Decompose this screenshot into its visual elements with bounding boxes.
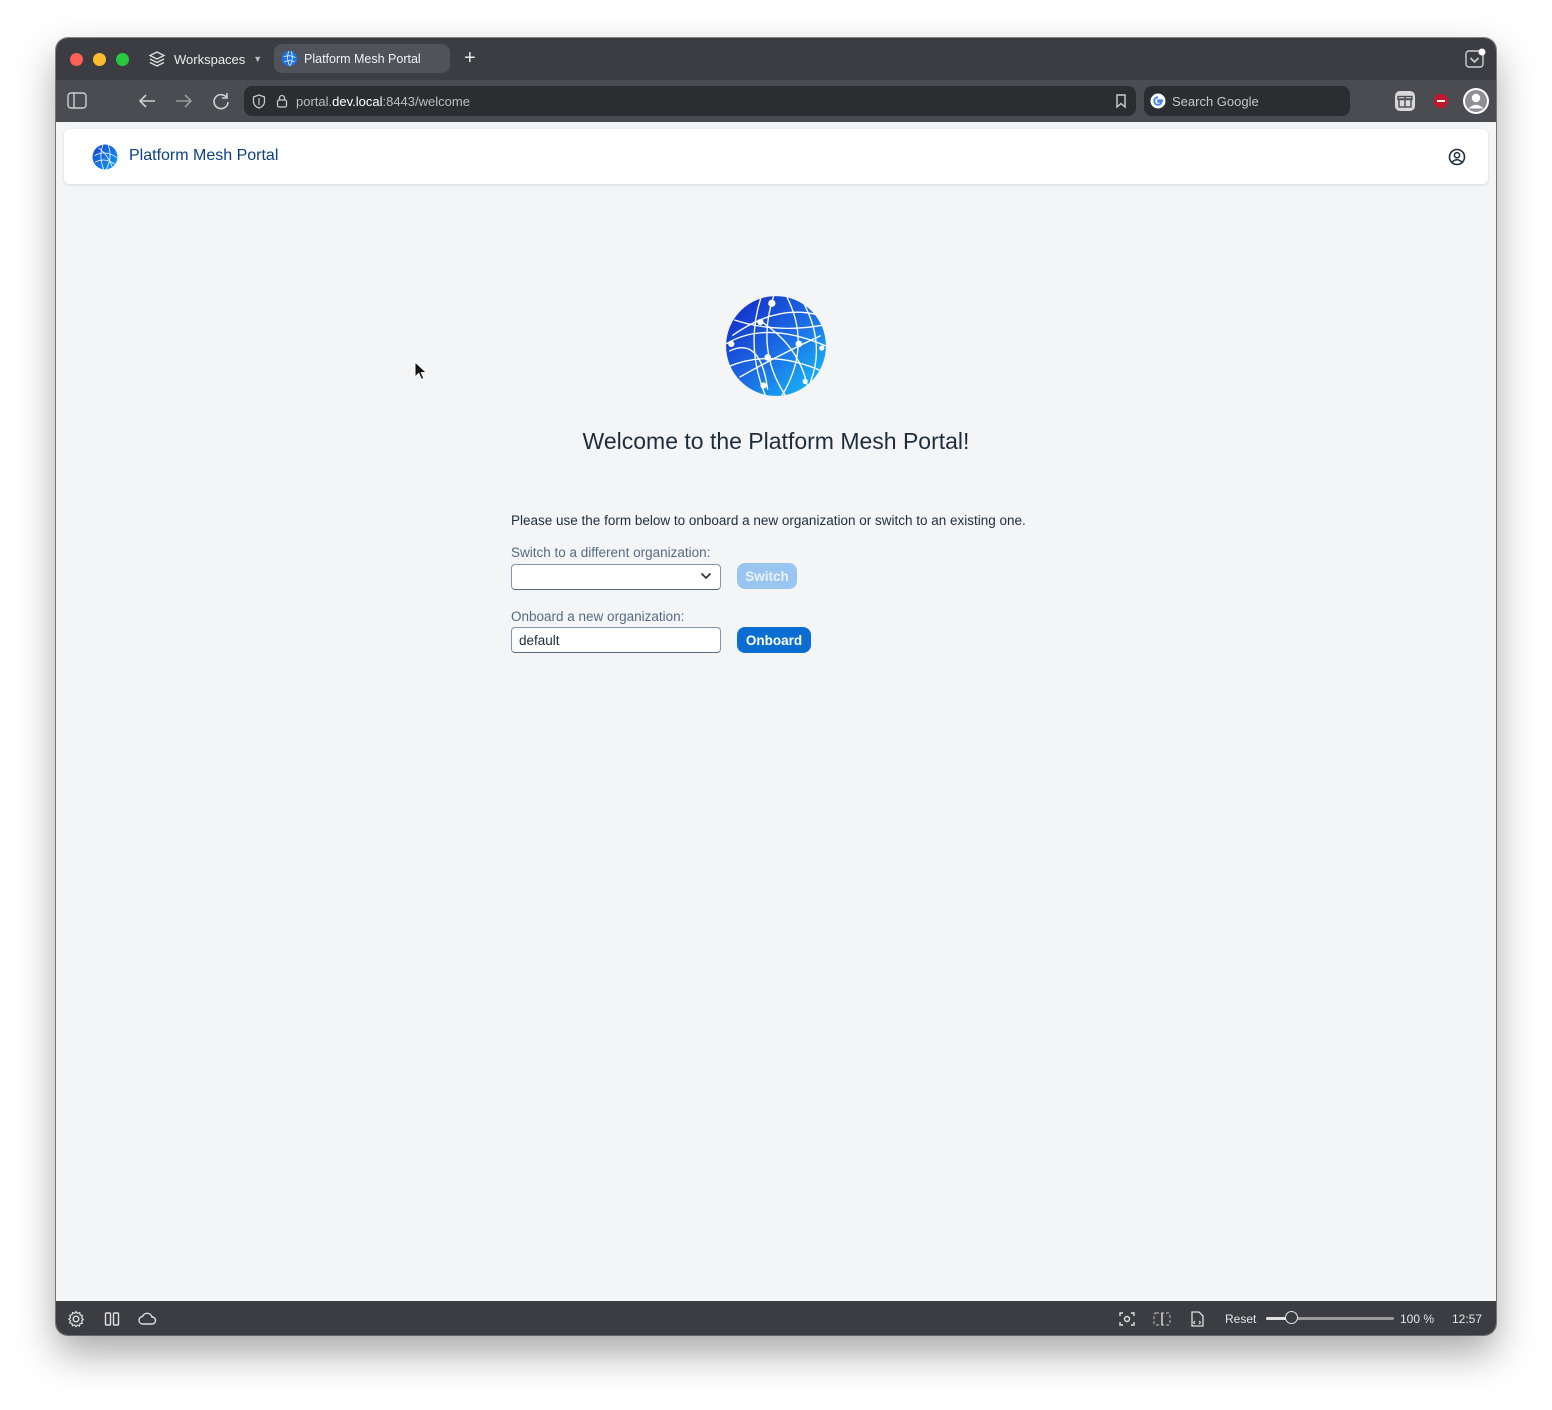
sidebar-toggle-icon[interactable]	[66, 90, 88, 112]
workspaces-label: Workspaces	[174, 51, 246, 67]
tab-platform-mesh-portal[interactable]: Platform Mesh Portal	[274, 44, 450, 73]
tab-title: Platform Mesh Portal	[304, 51, 421, 66]
mouse-pointer-icon	[414, 361, 428, 381]
globe-logo-icon[interactable]	[92, 144, 118, 170]
profile-avatar-icon[interactable]	[1462, 87, 1490, 115]
minimize-window-button[interactable]	[93, 53, 106, 66]
shield-icon[interactable]	[252, 93, 266, 109]
settings-gear-icon[interactable]	[67, 1310, 85, 1328]
chevron-down-icon	[700, 572, 712, 580]
bookmark-icon[interactable]	[1114, 93, 1128, 109]
user-profile-icon[interactable]	[1448, 148, 1466, 166]
tab-strip: Workspaces ▼ Platform Mesh Portal +	[56, 38, 1496, 80]
cloud-sync-icon[interactable]	[136, 1310, 158, 1328]
chevron-down-icon: ▼	[253, 54, 263, 64]
organization-select[interactable]	[511, 564, 721, 590]
capture-icon[interactable]	[1118, 1310, 1136, 1328]
switch-organization-label: Switch to a different organization:	[511, 545, 711, 560]
back-arrow-icon[interactable]	[136, 90, 158, 112]
tab-menu-icon[interactable]	[1464, 48, 1486, 70]
switch-button[interactable]: Switch	[737, 563, 797, 589]
browser-status-bar: Reset 100 % 12:57	[56, 1301, 1496, 1335]
zoom-reset-button[interactable]: Reset	[1225, 1312, 1256, 1326]
search-field[interactable]: Search Google	[1144, 86, 1350, 116]
zoom-level-text: 100 %	[1400, 1312, 1435, 1326]
clock-text: 12:57	[1452, 1312, 1483, 1326]
app-title[interactable]: Platform Mesh Portal	[129, 147, 278, 165]
organization-name-input[interactable]	[511, 627, 721, 653]
welcome-heading: Welcome to the Platform Mesh Portal!	[582, 428, 970, 454]
tile-view-icon[interactable]	[1152, 1310, 1172, 1328]
page-actions-icon[interactable]	[1188, 1310, 1206, 1328]
globe-favicon-icon	[281, 50, 298, 67]
zoom-slider-handle[interactable]	[1285, 1311, 1299, 1324]
onboard-organization-label: Onboard a new organization:	[511, 609, 685, 624]
close-window-button[interactable]	[70, 53, 83, 66]
onboard-button[interactable]: Onboard	[737, 627, 811, 653]
browser-window: Workspaces ▼ Platform Mesh Portal + port…	[56, 38, 1496, 1335]
workspaces-menu[interactable]: Workspaces ▼	[148, 49, 262, 69]
panels-icon[interactable]	[103, 1310, 121, 1328]
gift-icon[interactable]	[1393, 89, 1417, 113]
search-placeholder: Search Google	[1172, 93, 1259, 109]
address-bar[interactable]: portal.dev.local:8443/welcome	[244, 86, 1136, 116]
forward-arrow-icon[interactable]	[173, 90, 195, 112]
zoom-window-button[interactable]	[116, 53, 129, 66]
browser-toolbar: portal.dev.local:8443/welcome Search Goo…	[56, 80, 1496, 122]
layers-icon	[148, 51, 166, 67]
new-tab-button[interactable]: +	[464, 47, 476, 69]
intro-text: Please use the form below to onboard a n…	[511, 513, 1026, 528]
ad-block-icon[interactable]	[1433, 93, 1449, 109]
url-text: portal.dev.local:8443/welcome	[296, 93, 470, 109]
zoom-slider[interactable]	[1266, 1311, 1394, 1324]
google-icon	[1150, 93, 1166, 109]
app-header: Platform Mesh Portal	[64, 129, 1488, 184]
lock-icon	[276, 94, 288, 108]
reload-icon[interactable]	[210, 90, 232, 112]
platform-mesh-globe-logo-icon	[726, 296, 826, 396]
